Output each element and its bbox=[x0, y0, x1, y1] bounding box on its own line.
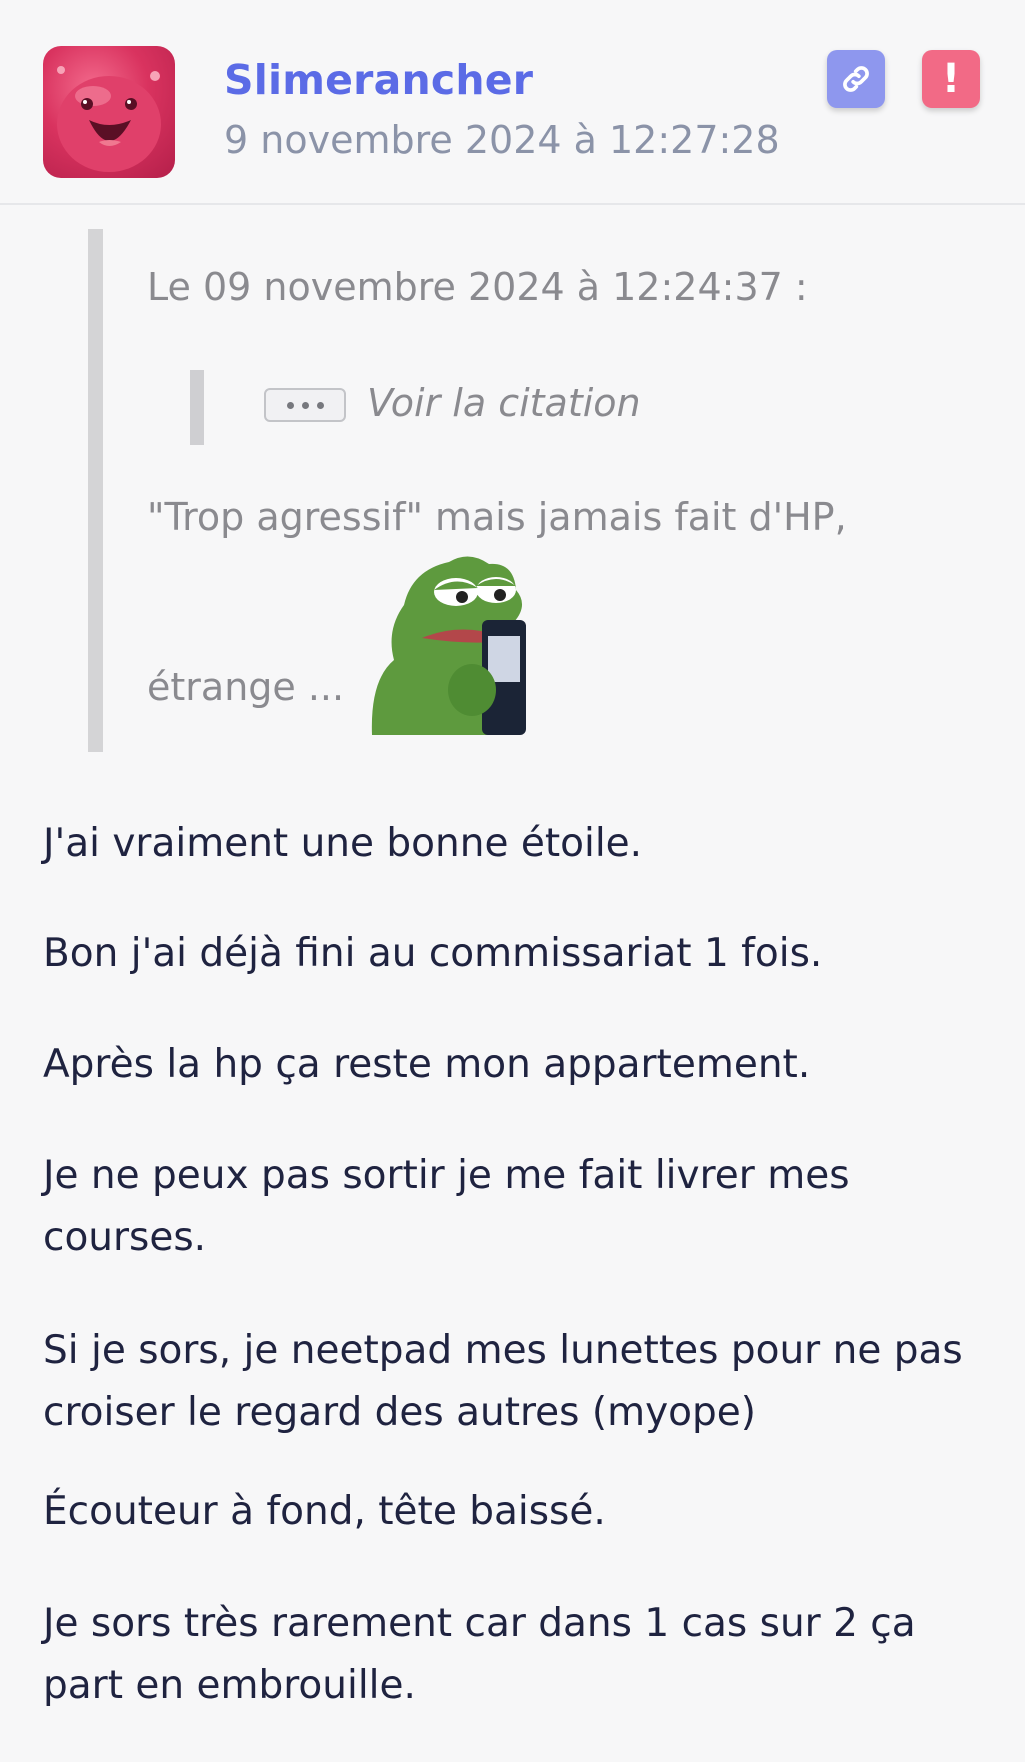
message-paragraph: J'ai vraiment une bonne étoile. bbox=[43, 821, 643, 866]
post-timestamp: 9 novembre 2024 à 12:27:28 bbox=[224, 118, 780, 162]
message-paragraph: Écouteur à fond, tête baissé. bbox=[43, 1489, 606, 1534]
avatar[interactable] bbox=[43, 46, 175, 178]
post-header: Slimerancher 9 novembre 2024 à 12:27:28 … bbox=[0, 0, 1025, 205]
message-paragraph: Si je sors, je neetpad mes lunettes pour… bbox=[43, 1328, 963, 1435]
quote-meta: Le 09 novembre 2024 à 12:24:37 : bbox=[147, 265, 808, 309]
forum-post: Slimerancher 9 novembre 2024 à 12:27:28 … bbox=[0, 0, 1025, 1762]
show-quote-link[interactable]: Voir la citation bbox=[367, 381, 641, 425]
message-paragraph: Après la hp ça reste mon appartement. bbox=[43, 1042, 811, 1087]
exclamation-icon: ! bbox=[941, 56, 961, 102]
expand-quote-button[interactable] bbox=[264, 388, 346, 422]
pepe-sticker-image bbox=[364, 550, 548, 735]
nested-quote: Voir la citation bbox=[190, 370, 704, 445]
report-button[interactable]: ! bbox=[922, 50, 980, 108]
message-paragraph: Je sors très rarement car dans 1 cas sur… bbox=[43, 1601, 916, 1708]
permalink-button[interactable] bbox=[827, 50, 885, 108]
author-name-link[interactable]: Slimerancher bbox=[224, 56, 533, 104]
ellipsis-icon bbox=[286, 401, 294, 409]
quoted-message: Le 09 novembre 2024 à 12:24:37 : Voir la… bbox=[88, 229, 903, 752]
quote-text-line: étrange ... bbox=[147, 665, 345, 709]
pink-slime-avatar-icon bbox=[57, 66, 161, 172]
message-paragraph: Je ne peux pas sortir je me fait livrer … bbox=[43, 1153, 850, 1260]
link-icon bbox=[843, 66, 869, 92]
message-paragraph: Bon j'ai déjà fini au commissariat 1 foi… bbox=[43, 931, 823, 976]
quote-text-line: "Trop agressif" mais jamais fait d'HP, bbox=[147, 495, 847, 539]
